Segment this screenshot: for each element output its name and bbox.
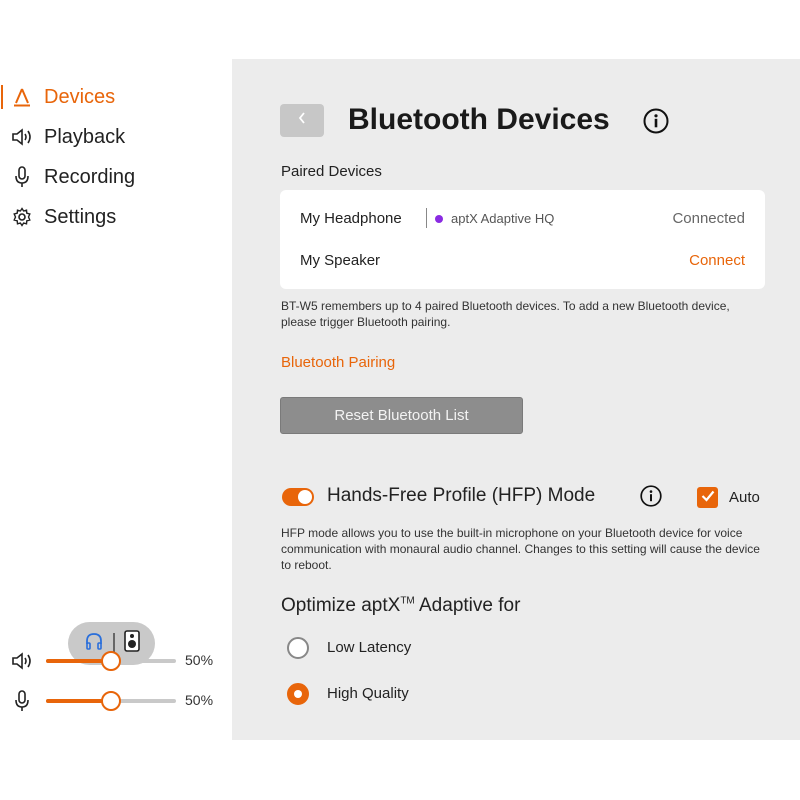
- active-indicator: [1, 85, 3, 109]
- main-panel: Bluetooth Devices Paired Devices My Head…: [232, 59, 800, 740]
- recording-volume-value: 50%: [185, 692, 214, 708]
- recording-volume-row: 50%: [0, 689, 232, 713]
- radio-label: Low Latency: [327, 639, 412, 656]
- info-icon[interactable]: [643, 108, 669, 134]
- optimize-title-prefix: Optimize aptX: [281, 595, 401, 616]
- radio-label: High Quality: [327, 685, 409, 702]
- microphone-icon: [10, 689, 34, 713]
- recording-volume-slider[interactable]: [46, 691, 176, 711]
- device-name: My Speaker: [300, 252, 381, 269]
- info-icon[interactable]: [640, 485, 662, 507]
- optimize-title: Optimize aptXTM Adaptive for: [281, 595, 520, 617]
- codec-indicator-dot: [435, 215, 443, 223]
- codec-label: aptX Adaptive HQ: [451, 211, 555, 226]
- hfp-note: HFP mode allows you to use the built-in …: [281, 526, 760, 572]
- paired-devices-list: My Headphone aptX Adaptive HQ Connected …: [280, 190, 765, 289]
- back-button[interactable]: [280, 104, 324, 137]
- trademark: TM: [400, 595, 415, 607]
- sidebar-item-label: Recording: [44, 165, 136, 188]
- sidebar-item-recording[interactable]: Recording: [0, 162, 232, 192]
- list-item[interactable]: My Headphone aptX Adaptive HQ Connected: [280, 198, 765, 238]
- sidebar: Devices Playback Recording Settings 50% …: [0, 59, 232, 740]
- page-title: Bluetooth Devices: [348, 103, 610, 136]
- gear-icon: [11, 206, 33, 228]
- connect-link[interactable]: Connect: [689, 252, 745, 269]
- playback-volume-value: 50%: [185, 652, 214, 668]
- playback-volume-slider[interactable]: [46, 651, 176, 671]
- connection-status: Connected: [672, 210, 745, 227]
- speaker-icon: [11, 126, 33, 148]
- radio-button[interactable]: [287, 637, 309, 659]
- chevron-left-icon: [297, 111, 307, 130]
- slider-handle[interactable]: [101, 651, 121, 671]
- auto-checkbox[interactable]: [697, 487, 718, 508]
- sidebar-item-label: Settings: [44, 205, 117, 228]
- microphone-icon: [11, 166, 33, 188]
- divider: [426, 208, 427, 228]
- sidebar-item-settings[interactable]: Settings: [0, 202, 232, 232]
- hfp-toggle[interactable]: [282, 488, 314, 506]
- speaker-icon: [10, 649, 34, 673]
- bluetooth-pairing-link[interactable]: Bluetooth Pairing: [281, 354, 395, 371]
- radio-button[interactable]: [287, 683, 309, 705]
- toggle-thumb: [298, 490, 312, 504]
- optimize-title-suffix: Adaptive for: [414, 595, 521, 616]
- slider-handle[interactable]: [101, 691, 121, 711]
- hfp-title: Hands-Free Profile (HFP) Mode: [327, 485, 596, 506]
- paired-devices-label: Paired Devices: [281, 163, 382, 180]
- reset-bluetooth-list-button[interactable]: Reset Bluetooth List: [280, 397, 523, 434]
- devices-icon: [11, 86, 33, 108]
- list-item[interactable]: My Speaker Connect: [280, 240, 765, 280]
- checkmark-icon: [701, 489, 715, 507]
- sidebar-item-devices[interactable]: Devices: [0, 82, 232, 112]
- sidebar-item-label: Devices: [44, 85, 116, 108]
- playback-volume-row: 50%: [0, 649, 232, 673]
- paired-devices-note: BT-W5 remembers up to 4 paired Bluetooth…: [281, 299, 730, 329]
- sidebar-item-label: Playback: [44, 125, 126, 148]
- device-name: My Headphone: [300, 210, 402, 227]
- auto-label: Auto: [729, 489, 760, 506]
- sidebar-item-playback[interactable]: Playback: [0, 122, 232, 152]
